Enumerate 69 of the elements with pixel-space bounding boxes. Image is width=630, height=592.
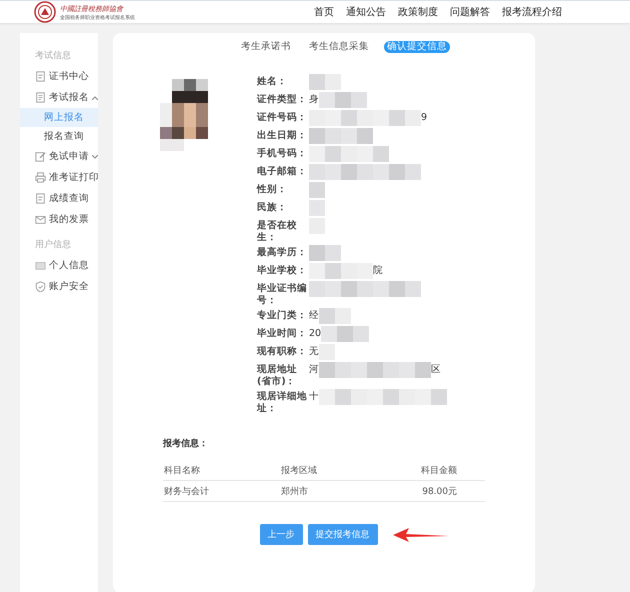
field-label: 是否在校生： xyxy=(257,219,298,244)
field-label: 证件号码： xyxy=(257,111,308,125)
sidebar-item[interactable]: 免试申请 xyxy=(20,146,98,167)
pixelated-redaction xyxy=(319,308,351,324)
sidebar-item[interactable]: 准考证打印 xyxy=(20,167,98,188)
sidebar-item[interactable]: 成绩查询 xyxy=(20,188,98,209)
field-value: 院 xyxy=(373,264,383,277)
field-label: 出生日期： xyxy=(257,129,308,143)
sidebar-item[interactable]: 个人信息 xyxy=(20,255,98,276)
field-value: 十 xyxy=(309,390,319,403)
field-value: 9 xyxy=(421,111,428,124)
field-label: 姓名： xyxy=(257,75,288,89)
field-value: 区 xyxy=(431,363,441,376)
pixelated-redaction xyxy=(319,92,367,108)
field-label: 证件类型： xyxy=(257,93,308,107)
field-label: 手机号码： xyxy=(257,146,308,161)
nav-link[interactable]: 报考流程介绍 xyxy=(502,5,562,19)
pixelated-redaction xyxy=(309,263,373,279)
edit-icon xyxy=(35,151,46,162)
field-label: 现有职称： xyxy=(257,345,308,359)
sidebar-item[interactable]: 证书中心 xyxy=(20,66,98,87)
card-icon xyxy=(35,260,46,271)
field-value: 河 xyxy=(309,363,319,376)
nav-link[interactable]: 政策制度 xyxy=(398,5,438,19)
field-label: 毕业证书编号： xyxy=(257,282,308,307)
pixelated-redaction xyxy=(321,326,370,342)
nav-link[interactable]: 问题解答 xyxy=(450,5,490,19)
printer-icon xyxy=(35,172,46,183)
field-value: 无 xyxy=(309,345,319,358)
field-label: 专业门类： xyxy=(257,308,308,323)
field-label: 性别： xyxy=(257,183,288,197)
field-label: 现居详细地址： xyxy=(257,390,308,415)
pixelated-redaction xyxy=(309,245,341,261)
column-header: 科目名称 xyxy=(163,460,245,480)
doc-icon xyxy=(35,193,46,204)
table-cell: 财务与会计 xyxy=(163,480,245,502)
field-label: 民族： xyxy=(257,201,288,215)
submenu-item[interactable]: 报名查询 xyxy=(20,127,98,146)
sidebar-item[interactable]: 我的发票 xyxy=(20,209,98,230)
table-cell: 98.00元 xyxy=(372,480,485,502)
field-label: 电子邮箱： xyxy=(257,165,308,179)
field-value: 经 xyxy=(309,309,319,322)
step-tab[interactable]: 考生信息采集 xyxy=(306,41,372,53)
doc-icon xyxy=(35,71,46,82)
mail-icon xyxy=(35,214,46,225)
section-title: 报考信息： xyxy=(163,437,209,450)
field-label: 现居地址(省市)： xyxy=(257,363,298,388)
nav-link[interactable]: 首页 xyxy=(314,5,334,19)
pixelated-redaction xyxy=(309,128,373,144)
nav-link[interactable]: 通知公告 xyxy=(346,5,386,19)
section-heading: 考试信息 xyxy=(34,50,72,63)
seal-logo-icon xyxy=(34,1,56,23)
step-tab[interactable]: 考生承诺书 xyxy=(238,41,294,53)
section-heading: 用户信息 xyxy=(34,238,72,252)
pixelated-redaction xyxy=(309,74,341,90)
pixelated-redaction xyxy=(309,182,325,198)
field-value: 身 xyxy=(309,93,319,106)
sidebar-item[interactable]: 账户安全 xyxy=(20,276,98,297)
shield-icon xyxy=(35,281,46,292)
field-label: 毕业时间： xyxy=(257,327,308,341)
field-label: 毕业学校： xyxy=(257,264,308,278)
field-label: 最高学历： xyxy=(257,246,308,260)
sidebar-item[interactable]: 考试报名 xyxy=(20,87,98,108)
list-icon xyxy=(35,92,46,103)
table-cell: 郑州市 xyxy=(244,480,372,502)
column-header: 科目金额 xyxy=(372,460,485,480)
pixelated-redaction xyxy=(309,200,325,216)
field-value: 20 xyxy=(309,327,322,340)
column-header: 报考区域 xyxy=(244,460,372,480)
